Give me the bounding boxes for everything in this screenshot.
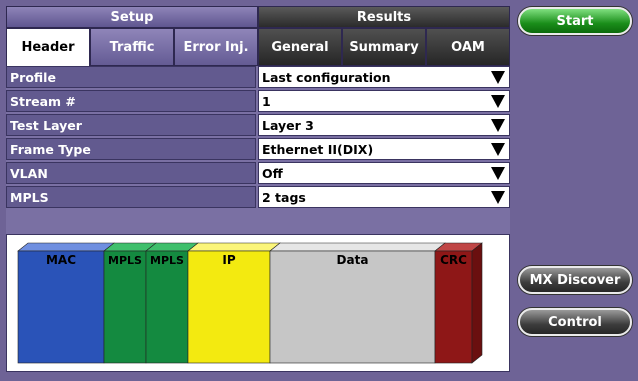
field-value-vlan: Off (262, 165, 283, 181)
subtab-error-injection[interactable]: Error Inj. (174, 28, 258, 66)
right-panel: Start MX Discover Control (512, 0, 638, 381)
field-label-mpls: MPLS (6, 186, 256, 208)
dropdown-arrow-icon[interactable] (491, 119, 505, 132)
field-row-vlan: VLAN Off (6, 162, 510, 186)
field-select-vlan[interactable]: Off (258, 162, 510, 184)
frame-block-label: MPLS (108, 254, 142, 267)
frame-block-label: IP (222, 253, 235, 267)
frame-block-label: MPLS (150, 254, 184, 267)
dropdown-arrow-icon[interactable] (491, 71, 505, 84)
frame-diagram: MAC MPLS MPLS IP Data CRC (17, 242, 483, 364)
subtab-header[interactable]: Header (6, 28, 90, 66)
app-window: Setup Results Header Traffic Error Inj. … (0, 0, 638, 381)
field-select-mpls[interactable]: 2 tags (258, 186, 510, 208)
field-row-stream: Stream # 1 (6, 90, 510, 114)
field-label-profile: Profile (6, 66, 256, 88)
field-label-frame-type: Frame Type (6, 138, 256, 160)
subtab-traffic[interactable]: Traffic (90, 28, 174, 66)
frame-block-label: MAC (46, 253, 76, 267)
field-value-mpls: 2 tags (262, 189, 306, 205)
field-label-test-layer: Test Layer (6, 114, 256, 136)
field-row-frame-type: Frame Type Ethernet II(DIX) (6, 138, 510, 162)
tab-results[interactable]: Results (258, 6, 510, 28)
field-value-profile: Last configuration (262, 69, 391, 85)
subtab-general[interactable]: General (258, 28, 342, 66)
subtab-summary[interactable]: Summary (342, 28, 426, 66)
tab-setup[interactable]: Setup (6, 6, 258, 28)
dropdown-arrow-icon[interactable] (491, 143, 505, 156)
frame-block-mac: MAC (17, 242, 115, 364)
dropdown-arrow-icon[interactable] (491, 167, 505, 180)
dropdown-arrow-icon[interactable] (491, 191, 505, 204)
field-label-vlan: VLAN (6, 162, 256, 184)
mx-discover-button[interactable]: MX Discover (518, 266, 632, 294)
field-row-test-layer: Test Layer Layer 3 (6, 114, 510, 138)
frame-block-data: Data (269, 242, 446, 364)
field-row-mpls: MPLS 2 tags (6, 186, 510, 210)
frame-block-crc: CRC (434, 242, 483, 364)
frame-block-ip: IP (187, 242, 281, 364)
field-value-test-layer: Layer 3 (262, 117, 314, 133)
field-label-stream: Stream # (6, 90, 256, 112)
field-select-test-layer[interactable]: Layer 3 (258, 114, 510, 136)
field-select-profile[interactable]: Last configuration (258, 66, 510, 88)
field-value-frame-type: Ethernet II(DIX) (262, 141, 374, 157)
field-value-stream: 1 (262, 93, 271, 109)
field-select-stream[interactable]: 1 (258, 90, 510, 112)
frame-block-label: Data (337, 253, 369, 267)
field-select-frame-type[interactable]: Ethernet II(DIX) (258, 138, 510, 160)
dropdown-arrow-icon[interactable] (491, 95, 505, 108)
frame-diagram-panel: MAC MPLS MPLS IP Data CRC (6, 234, 510, 372)
subtab-oam[interactable]: OAM (426, 28, 510, 66)
start-button[interactable]: Start (518, 7, 632, 35)
frame-block-label: CRC (440, 253, 467, 267)
main-panel: Setup Results Header Traffic Error Inj. … (6, 6, 510, 372)
control-button[interactable]: Control (518, 308, 632, 336)
field-row-profile: Profile Last configuration (6, 66, 510, 90)
